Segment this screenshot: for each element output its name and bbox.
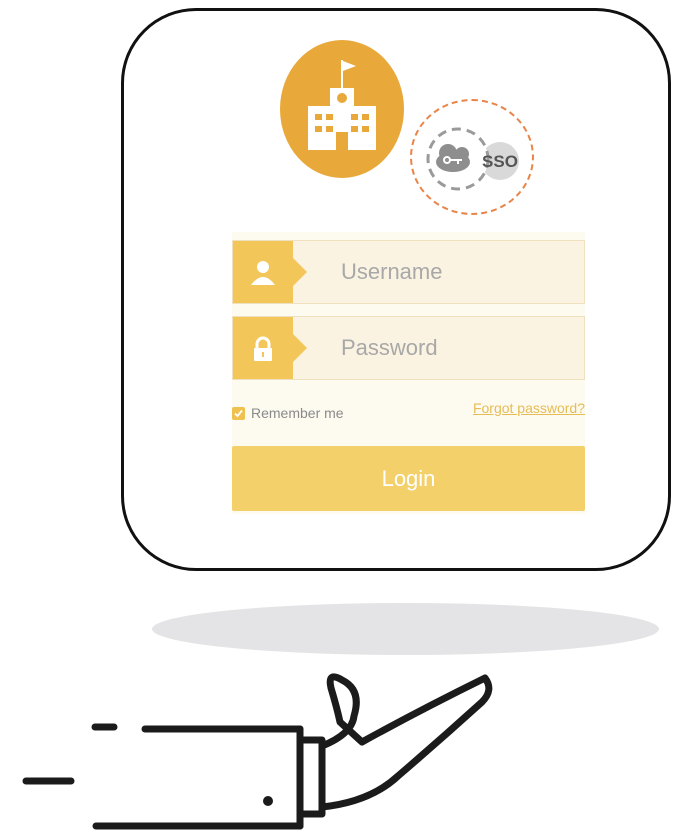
password-placeholder: Password bbox=[341, 335, 438, 360]
remember-checkbox[interactable] bbox=[232, 406, 245, 420]
hand-presenting-icon bbox=[22, 673, 493, 830]
login-form: Username Password Remember me Forgot pas… bbox=[232, 232, 585, 514]
forgot-password-link[interactable]: Forgot password? bbox=[473, 400, 585, 416]
username-placeholder: Username bbox=[341, 259, 443, 284]
username-icon-box bbox=[233, 241, 307, 303]
cloud-key-icon bbox=[436, 144, 470, 172]
login-button[interactable]: Login bbox=[232, 446, 585, 511]
username-field[interactable]: Username bbox=[232, 240, 585, 304]
check-icon bbox=[234, 409, 243, 417]
sso-label: SSO bbox=[482, 152, 518, 171]
password-icon-box bbox=[233, 317, 307, 379]
lock-icon bbox=[254, 336, 272, 361]
remember-label: Remember me bbox=[251, 405, 344, 421]
floor-shadow bbox=[152, 603, 659, 655]
user-icon bbox=[251, 261, 275, 285]
password-field[interactable]: Password bbox=[232, 316, 585, 380]
sso-badge[interactable]: SSO bbox=[410, 99, 534, 215]
school-building-icon bbox=[280, 40, 404, 178]
remember-me[interactable]: Remember me bbox=[232, 405, 344, 421]
